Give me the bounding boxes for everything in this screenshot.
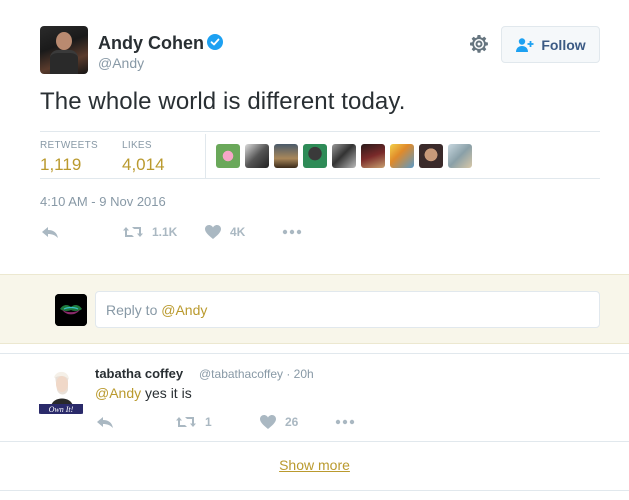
current-user-avatar[interactable]	[55, 294, 87, 326]
author-name[interactable]: Andy Cohen	[98, 33, 204, 54]
liker-avatar[interactable]	[419, 144, 443, 168]
more-icon	[335, 419, 355, 425]
like-count: 4K	[230, 225, 246, 239]
show-more-link[interactable]: Show more	[279, 457, 350, 473]
follow-label: Follow	[541, 36, 586, 53]
liker-avatar[interactable]	[303, 144, 327, 168]
reply-reply-button[interactable]	[95, 414, 115, 430]
reply-placeholder-mention: @Andy	[161, 302, 208, 318]
reply-like-button[interactable]: 26	[259, 414, 298, 430]
author-avatar[interactable]	[40, 26, 88, 74]
gear-icon[interactable]	[469, 34, 489, 54]
follow-button[interactable]: Follow	[501, 26, 600, 63]
likes-stat[interactable]: LIKES 4,014	[122, 140, 165, 175]
section-separator	[0, 344, 629, 354]
tweet-timestamp[interactable]: 4:10 AM - 9 Nov 2016	[40, 194, 166, 209]
likes-label: LIKES	[122, 140, 152, 151]
reply-button[interactable]	[40, 224, 60, 240]
reply-placeholder: Reply to	[106, 302, 162, 318]
liker-avatar[interactable]	[245, 144, 269, 168]
reply-author-handle[interactable]: @tabathacoffey · 20h	[199, 367, 314, 381]
stats-divider	[205, 134, 206, 178]
retweet-count: 1.1K	[152, 225, 178, 239]
liker-avatar[interactable]	[390, 144, 414, 168]
like-button[interactable]: 4K	[204, 224, 245, 240]
retweets-label: RETWEETS	[40, 140, 98, 151]
reply-input[interactable]: Reply to @Andy	[95, 291, 600, 328]
reply-mention-link[interactable]: @Andy	[95, 385, 141, 401]
tweet-card: Andy Cohen @Andy Follow The whole world …	[0, 0, 629, 274]
retweet-icon	[176, 417, 196, 427]
reply-retweet-count: 1	[205, 415, 212, 429]
liker-avatar[interactable]	[361, 144, 385, 168]
retweet-icon	[123, 227, 143, 237]
tweet-stats: RETWEETS 1,119 LIKES 4,014	[40, 131, 600, 179]
tweet-text: The whole world is different today.	[40, 88, 406, 115]
liker-avatar[interactable]	[216, 144, 240, 168]
reply-tweet[interactable]: Own It! tabatha coffey @tabathacoffey · …	[0, 354, 629, 442]
reply-author-name[interactable]: tabatha coffey	[95, 366, 183, 381]
reply-icon	[97, 417, 113, 428]
likes-value: 4,014	[122, 155, 165, 174]
retweet-button[interactable]: 1.1K	[122, 224, 177, 240]
more-icon	[282, 229, 302, 235]
more-button[interactable]	[282, 224, 302, 240]
reply-more-button[interactable]	[335, 414, 355, 430]
bottom-divider	[0, 490, 629, 491]
liker-avatars	[216, 144, 472, 168]
reply-body: yes it is	[141, 385, 192, 401]
heart-icon	[260, 415, 276, 429]
reply-retweet-button[interactable]: 1	[175, 414, 212, 430]
author-handle[interactable]: @Andy	[98, 55, 144, 71]
heart-icon	[205, 225, 221, 239]
verified-badge-icon	[207, 34, 223, 50]
liker-avatar[interactable]	[332, 144, 356, 168]
reply-text: @Andy yes it is	[95, 385, 192, 401]
liker-avatar[interactable]	[274, 144, 298, 168]
reply-author-avatar[interactable]: Own It!	[37, 366, 85, 414]
show-more-row: Show more	[0, 442, 629, 488]
reply-icon	[42, 227, 58, 238]
retweets-value: 1,119	[40, 155, 82, 174]
add-user-icon	[516, 37, 534, 52]
liker-avatar[interactable]	[448, 144, 472, 168]
avatar-caption: Own It!	[49, 405, 74, 414]
retweets-stat[interactable]: RETWEETS 1,119	[40, 140, 98, 175]
reply-composer: Reply to @Andy	[0, 274, 629, 344]
reply-like-count: 26	[285, 415, 299, 429]
